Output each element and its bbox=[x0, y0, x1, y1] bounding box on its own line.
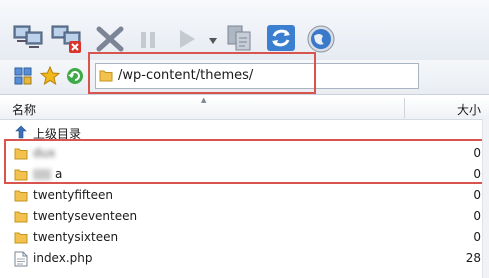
folders-highlight-box bbox=[4, 139, 489, 184]
pause-icon[interactable] bbox=[138, 30, 158, 53]
size-column-header[interactable]: 大小 bbox=[457, 101, 481, 118]
sort-indicator-icon: ▲ bbox=[201, 96, 207, 104]
name-column-header[interactable]: 名称 bbox=[12, 101, 36, 118]
file-icon bbox=[14, 251, 28, 270]
copy-icon[interactable] bbox=[226, 24, 254, 55]
file-name: index.php bbox=[33, 251, 93, 265]
go-icon[interactable] bbox=[66, 67, 84, 88]
list-item[interactable]: index.php 28 bbox=[0, 248, 489, 269]
list-item[interactable]: twentyseventeen 0 bbox=[0, 206, 489, 227]
connect-icon[interactable] bbox=[13, 22, 45, 53]
column-header bbox=[0, 97, 489, 120]
play-icon[interactable] bbox=[176, 28, 198, 53]
list-item[interactable]: twentysixteen 0 bbox=[0, 227, 489, 248]
file-name: twentyseventeen bbox=[33, 209, 138, 223]
dropdown-arrow-icon[interactable] bbox=[208, 34, 218, 48]
folder-icon bbox=[14, 209, 28, 226]
column-divider[interactable] bbox=[404, 98, 405, 118]
disconnect-icon[interactable] bbox=[51, 22, 85, 57]
file-size: 0 bbox=[473, 209, 481, 223]
folder-icon bbox=[14, 188, 28, 205]
file-name: twentysixteen bbox=[33, 230, 119, 244]
list-item[interactable]: twentyfifteen 0 bbox=[0, 185, 489, 206]
file-name: twentyfifteen bbox=[33, 188, 113, 202]
vertical-scrollbar[interactable] bbox=[482, 119, 489, 278]
toolbar bbox=[0, 0, 489, 60]
file-size: 0 bbox=[473, 188, 481, 202]
star-icon[interactable] bbox=[39, 65, 61, 89]
cancel-icon[interactable] bbox=[96, 26, 124, 55]
address-highlight-box bbox=[88, 52, 316, 94]
folder-icon bbox=[14, 230, 28, 247]
refresh-icon[interactable] bbox=[266, 24, 296, 55]
layout-icon[interactable] bbox=[14, 67, 32, 88]
file-size: 28 bbox=[465, 251, 481, 265]
file-size: 0 bbox=[473, 230, 481, 244]
